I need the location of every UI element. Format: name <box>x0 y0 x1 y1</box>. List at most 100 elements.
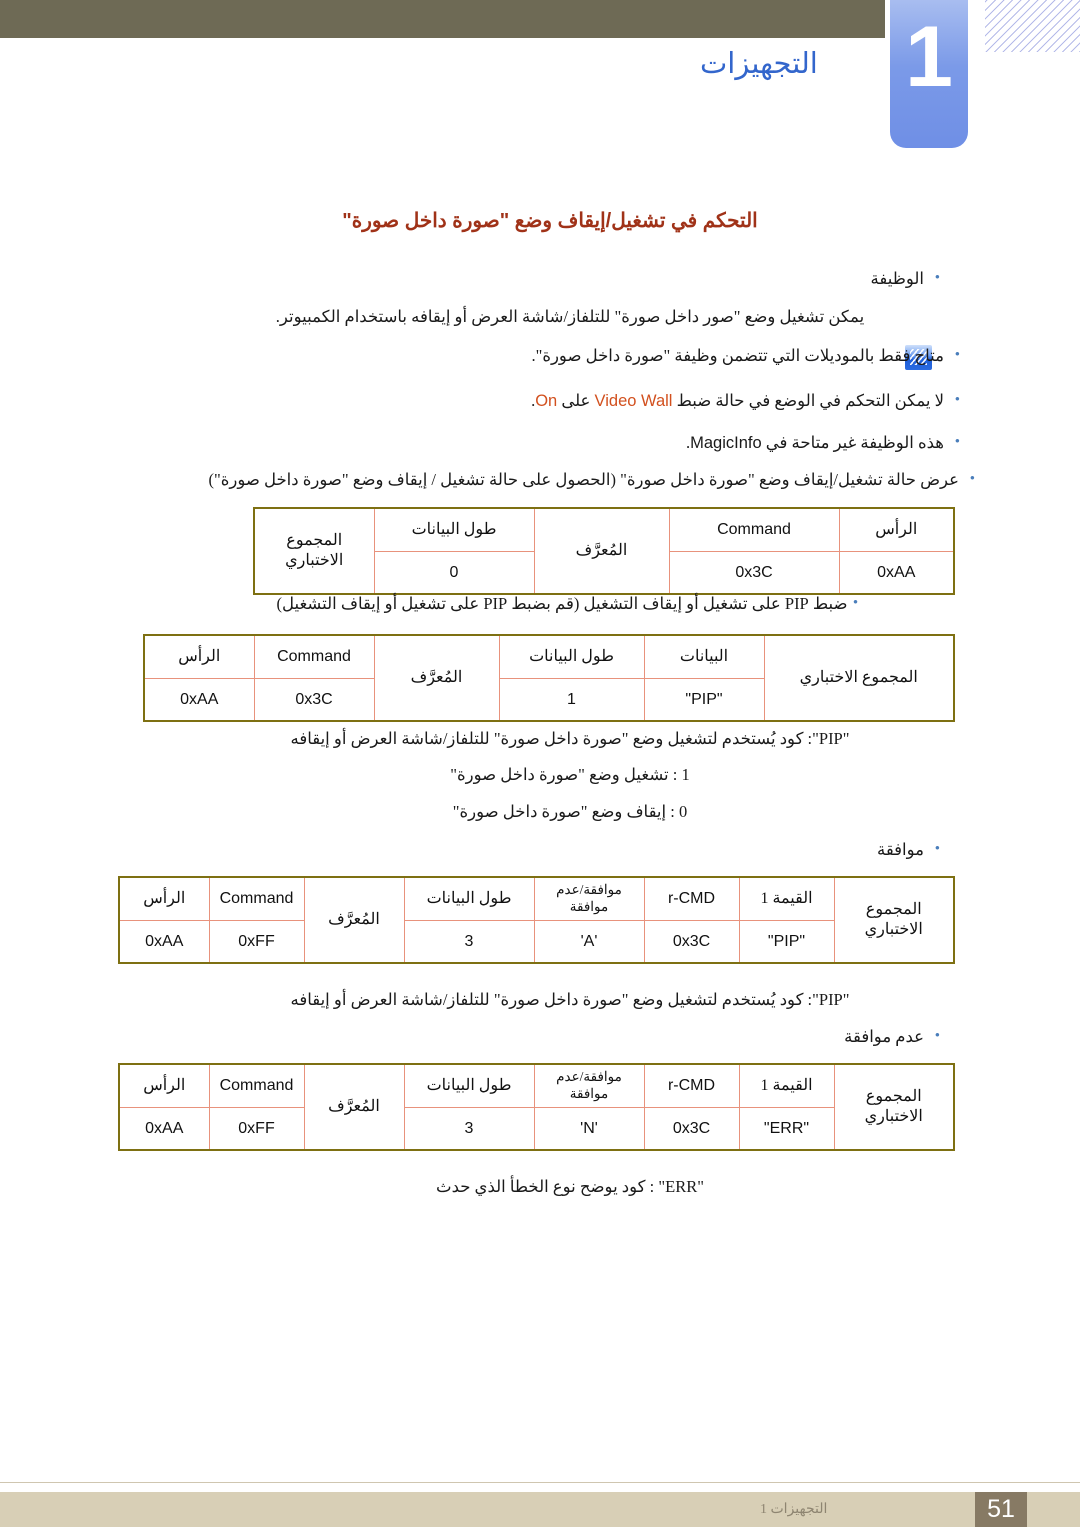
checksum-line-1: المجموع <box>865 901 922 918</box>
header-band <box>0 0 885 38</box>
cell-header-data-length: طول البيانات <box>403 876 535 921</box>
pip-code-description: "PIP": كود يُستخدم لتشغيل وضع "صورة داخل… <box>290 729 850 748</box>
table-row-header: المجموع الاختباري القيمة 1 r-CMD موافقة/… <box>118 876 955 964</box>
cell-checksum: المجموع الاختباري <box>833 876 955 964</box>
ack-header-line-2: موافقة <box>569 1086 609 1101</box>
table-ack: المجموع الاختباري القيمة 1 r-CMD موافقة/… <box>118 876 955 964</box>
note-item-1: متاح فقط بالموديلات التي تتضمن وظيفة "صو… <box>190 344 960 369</box>
video-wall-term: Video Wall <box>594 392 673 410</box>
cell-header-command: Command <box>208 876 305 921</box>
err-description: "ERR" : كود يوضح نوع الخطأ الذي حدث <box>436 1177 704 1196</box>
decorative-hatch-pattern <box>985 0 1080 52</box>
page-title: التحكم في تشغيل/إيقاف وضع "صورة داخل صور… <box>342 210 758 232</box>
cell-value-command: 0xFF <box>208 920 305 964</box>
cell-value-command: 0x3C <box>668 551 840 595</box>
bullet-function: الوظيفة <box>200 267 940 292</box>
table-row-header: المجموع الاختباري القيمة 1 r-CMD موافقة/… <box>118 1063 955 1151</box>
cell-value-ack-nak: 'N' <box>533 1107 645 1151</box>
page-number-badge: 51 <box>975 1492 1027 1527</box>
table-nak: المجموع الاختباري القيمة 1 r-CMD موافقة/… <box>118 1063 955 1151</box>
checksum-line-2: الاختباري <box>864 1108 923 1125</box>
cell-value-value1: "ERR" <box>738 1107 835 1151</box>
bullet-dot-icon <box>924 267 940 290</box>
cell-identifier: المُعرَّف <box>533 507 670 595</box>
cell-value-value1: "PIP" <box>738 920 835 964</box>
cell-checksum: المجموع الاختباري <box>253 507 375 595</box>
bullet-set-pip: ضبط PIP على تشغيل أو إيقاف التشغيل (قم ب… <box>120 592 1020 617</box>
footer-chapter-label: التجهيزات 1 <box>760 1502 828 1517</box>
cell-value-head: 0xAA <box>118 1107 210 1151</box>
bullet-nak-label: عدم موافقة <box>844 1027 924 1046</box>
cell-identifier: المُعرَّف <box>303 1063 405 1151</box>
note-item-2: لا يمكن التحكم في الوضع في حالة ضبط Vide… <box>190 389 960 414</box>
checksum-line-2: الاختباري <box>285 552 344 569</box>
checksum-line-2: الاختباري <box>864 921 923 938</box>
cell-header-head: الرأس <box>838 507 955 552</box>
table-row-values: "ERR" 0x3C 'N' 3 0xFF 0xAA <box>118 1107 954 1151</box>
cell-header-head: الرأس <box>143 634 255 679</box>
cell-checksum: المجموع الاختباري <box>763 634 955 722</box>
cell-header-ack-nak: موافقة/عدم موافقة <box>533 876 645 921</box>
cell-value-head: 0xAA <box>118 920 210 964</box>
cell-header-value1: القيمة 1 <box>738 1063 835 1108</box>
cell-value-data-length: 0 <box>373 551 535 595</box>
bullet-dot-icon <box>924 838 940 861</box>
pip-code-description-2: "PIP": كود يُستخدم لتشغيل وضع "صورة داخل… <box>290 990 850 1009</box>
table-get-request: الرأس Command المُعرَّف طول البيانات الم… <box>253 507 955 595</box>
bullet-dot-icon <box>924 1025 940 1048</box>
cell-header-data-length: طول البيانات <box>373 507 535 552</box>
note-item-3-label: هذه الوظيفة غير متاحة في MagicInfo. <box>686 433 944 452</box>
bullet-view-status-label: عرض حالة تشغيل/إيقاف وضع "صورة داخل صورة… <box>208 470 959 489</box>
cell-header-data-length: طول البيانات <box>498 634 645 679</box>
table-row-values: "PIP" 0x3C 'A' 3 0xFF 0xAA <box>118 920 954 964</box>
on-value-term: On <box>535 392 558 410</box>
cell-value-ack-nak: 'A' <box>533 920 645 964</box>
note-item-3: هذه الوظيفة غير متاحة في MagicInfo. <box>190 431 960 456</box>
cell-value-head: 0xAA <box>143 678 255 722</box>
cell-value-command: 0x3C <box>253 678 375 722</box>
cell-header-head: الرأس <box>118 1063 210 1108</box>
bullet-view-status: عرض حالة تشغيل/إيقاف وضع "صورة داخل صورة… <box>115 468 975 493</box>
checksum-line-1: المجموع <box>865 1088 922 1105</box>
bullet-ack: موافقة <box>200 838 940 863</box>
cell-value-data: "PIP" <box>643 678 765 722</box>
cell-value-rcmd: 0x3C <box>643 1107 740 1151</box>
ack-header-line-1: موافقة/عدم <box>556 1069 622 1085</box>
checksum-line-1: المجموع <box>286 532 343 549</box>
pip-on-description: 1 : تشغيل وضع "صورة داخل صورة" <box>450 765 690 784</box>
bullet-function-label: الوظيفة <box>870 269 924 288</box>
cell-header-ack-nak: موافقة/عدم موافقة <box>533 1063 645 1108</box>
cell-value-command: 0xFF <box>208 1107 305 1151</box>
cell-value-head: 0xAA <box>838 551 955 595</box>
pip-off-description: 0 : إيقاف وضع "صورة داخل صورة" <box>452 802 688 821</box>
cell-identifier: المُعرَّف <box>373 634 500 722</box>
ack-header-line-2: موافقة <box>569 899 609 914</box>
cell-header-data: البيانات <box>643 634 765 679</box>
cell-value-data-length: 3 <box>403 920 535 964</box>
bullet-dot-icon <box>944 389 960 412</box>
chapter-number: 1 <box>905 9 953 105</box>
cell-value-data-length: 3 <box>403 1107 535 1151</box>
cell-header-value1: القيمة 1 <box>738 876 835 921</box>
table-row-header: المجموع الاختباري البيانات طول البيانات … <box>143 634 955 722</box>
table-row-header: الرأس Command المُعرَّف طول البيانات الم… <box>253 507 955 595</box>
magicinfo-term: MagicInfo <box>690 434 762 452</box>
cell-identifier: المُعرَّف <box>303 876 405 964</box>
cell-header-rcmd: r-CMD <box>643 876 740 921</box>
cell-checksum: المجموع الاختباري <box>833 1063 955 1151</box>
cell-header-head: الرأس <box>118 876 210 921</box>
note-item-1-label: متاح فقط بالموديلات التي تتضمن وظيفة "صو… <box>531 346 944 365</box>
cell-value-data-length: 1 <box>498 678 645 722</box>
bullet-dot-icon <box>944 344 960 367</box>
table-set-request: المجموع الاختباري البيانات طول البيانات … <box>143 634 955 722</box>
function-description: يمكن تشغيل وضع "صور داخل صورة" للتلفاز/ش… <box>275 307 865 326</box>
chapter-title: التجهيزات <box>700 48 818 80</box>
cell-header-command: Command <box>253 634 375 679</box>
bullet-dot-icon <box>944 431 960 454</box>
cell-header-rcmd: r-CMD <box>643 1063 740 1108</box>
bullet-set-pip-label: ضبط PIP على تشغيل أو إيقاف التشغيل (قم ب… <box>276 594 848 613</box>
footer-divider <box>0 1482 1080 1483</box>
chapter-tab: 1 <box>890 0 968 148</box>
bullet-ack-label: موافقة <box>876 840 924 859</box>
cell-header-command: Command <box>668 507 840 552</box>
